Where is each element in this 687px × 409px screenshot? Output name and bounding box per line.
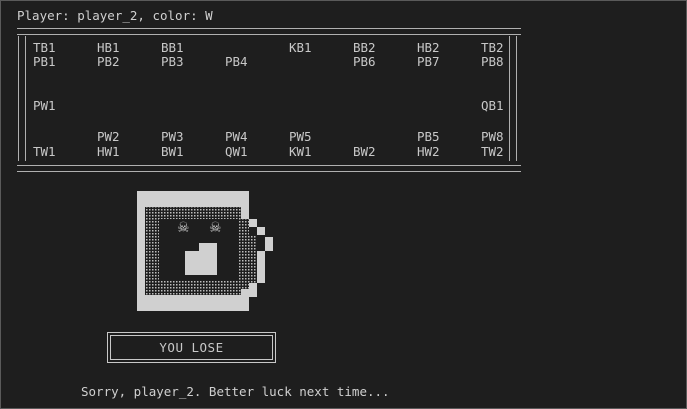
board-row: PW1 QB1 (1, 99, 521, 113)
board-cell: PW8 (481, 129, 504, 144)
board-cell: PB1 (33, 54, 56, 69)
board-cell: QW1 (225, 144, 248, 159)
board-cell: QB1 (481, 98, 504, 113)
board-cell: PB7 (417, 54, 440, 69)
board-cell: KW1 (289, 144, 312, 159)
board-cell: TB1 (33, 40, 56, 55)
board-cell: PB8 (481, 54, 504, 69)
board-cell: BB2 (353, 40, 376, 55)
board-cell: TW1 (33, 144, 56, 159)
board-cell: PB3 (161, 54, 184, 69)
result-banner: YOU LOSE (107, 332, 276, 363)
board-cell: PW3 (161, 129, 184, 144)
result-message: Sorry, player_2. Better luck next time..… (81, 384, 390, 399)
board-cell: PB4 (225, 54, 248, 69)
board-row: PW2 PW3 PW4 PW5 PB5 PW8 (1, 130, 521, 144)
board-top-border (17, 28, 521, 35)
board-cell: HW2 (417, 144, 440, 159)
board-cell: BW2 (353, 144, 376, 159)
board-cell: PB6 (353, 54, 376, 69)
result-banner-label: YOU LOSE (110, 335, 273, 360)
board-row (1, 83, 521, 97)
board-cell: PW1 (33, 98, 56, 113)
skull-mug-icon: ☠ ☠ (137, 191, 273, 311)
board-cell: KB1 (289, 40, 312, 55)
board-cell: PB2 (97, 54, 120, 69)
board-row (1, 69, 521, 83)
player-info: Player: player_2, color: W (17, 8, 213, 23)
skull-icon-left: ☠ (177, 220, 190, 236)
board-cell: HB1 (97, 40, 120, 55)
board-cell: BW1 (161, 144, 184, 159)
board-row: TB1 HB1 BB1 KB1 BB2 HB2 TB2 (1, 41, 521, 55)
board-cell: PW2 (97, 129, 120, 144)
board-cell: HB2 (417, 40, 440, 55)
board-cell: PW5 (289, 129, 312, 144)
board-row: PB1 PB2 PB3 PB4 PB6 PB7 PB8 (1, 55, 521, 69)
board-bottom-border (17, 165, 521, 172)
board-cell: BB1 (161, 40, 184, 55)
board-cell: PB5 (417, 129, 440, 144)
terminal-window: Player: player_2, color: W TB1 HB1 BB1 KB1 B… (0, 0, 687, 409)
board-cell: TB2 (481, 40, 504, 55)
board-row: TW1 HW1 BW1 QW1 KW1 BW2 HW2 TW2 (1, 145, 521, 159)
board-cell: PW4 (225, 129, 248, 144)
board-cell: HW1 (97, 144, 120, 159)
skull-icon-right: ☠ (209, 220, 222, 236)
board-cell: TW2 (481, 144, 504, 159)
board-row (1, 115, 521, 129)
